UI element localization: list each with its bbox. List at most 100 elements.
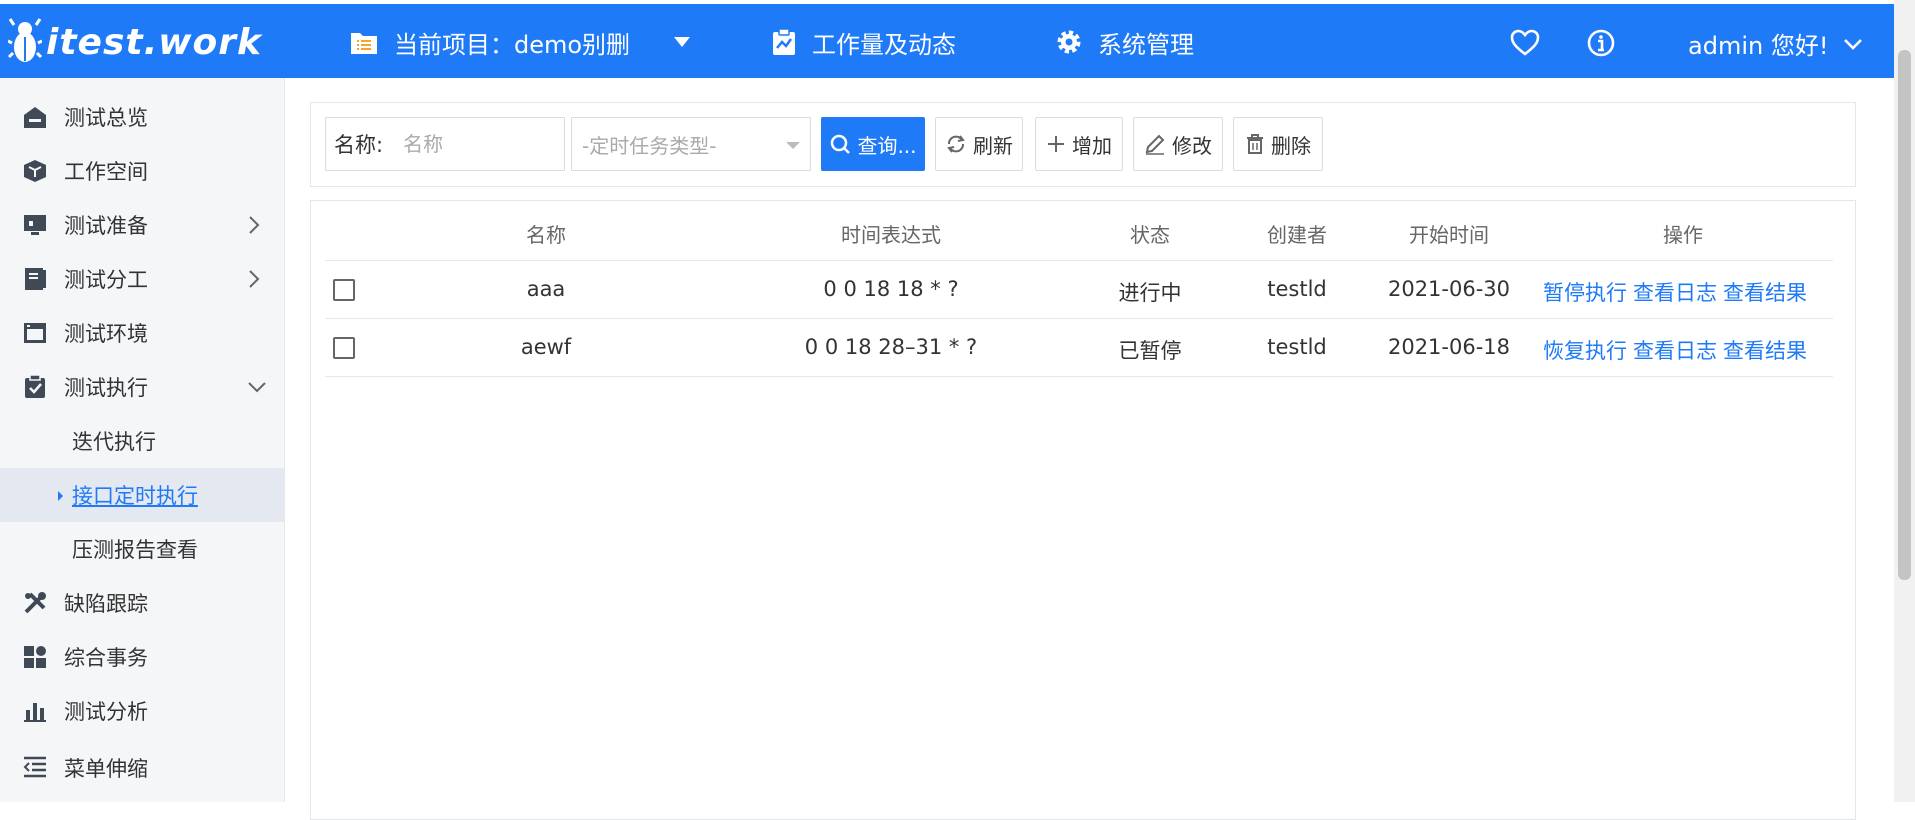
scrollbar-thumb[interactable]: [1898, 50, 1911, 580]
chevron-down-icon: [248, 382, 266, 393]
caret-down-icon: [674, 37, 691, 47]
refresh-button[interactable]: 刷新: [935, 117, 1023, 171]
column-header-cron: 时间表达式: [841, 223, 941, 247]
query-button[interactable]: 查询...: [821, 117, 925, 171]
search-icon: [831, 134, 851, 154]
workload-label: 工作量及动态: [812, 30, 956, 59]
name-search-input[interactable]: [403, 132, 544, 156]
chevron-down-icon: [1844, 38, 1863, 50]
sidebar-item-test-prep[interactable]: 测试准备: [0, 198, 284, 252]
book-icon: [25, 268, 46, 290]
trash-icon: [1247, 134, 1263, 154]
view-log-link[interactable]: 查看日志: [1633, 339, 1717, 363]
sidebar-item-overview[interactable]: 测试总览: [0, 90, 284, 144]
page-scrollbar[interactable]: [1894, 0, 1915, 802]
sidebar-item-test-exec[interactable]: 测试执行: [0, 360, 284, 414]
edit-pencil-icon: [1145, 134, 1165, 155]
view-log-link[interactable]: 查看日志: [1633, 281, 1717, 305]
task-name: aewf: [520, 335, 572, 359]
query-button-label: 查询...: [857, 133, 917, 158]
task-status: 进行中: [1118, 281, 1182, 305]
active-marker-icon: [58, 491, 63, 501]
task-creator: testld: [1267, 335, 1327, 359]
user-greeting: admin 您好!: [1688, 32, 1829, 60]
task-creator: testld: [1267, 277, 1327, 301]
window-icon: [24, 323, 46, 343]
sidebar-item-test-division[interactable]: 测试分工: [0, 252, 284, 306]
table-row[interactable]: aaa 0 0 18 18 * ? 进行中 testld 2021-06-30 …: [325, 261, 1833, 319]
user-menu[interactable]: admin 您好!: [1688, 26, 1863, 61]
sidebar-subitem-label: 压测报告查看: [72, 538, 198, 562]
column-header-status: 状态: [1130, 223, 1170, 247]
sidebar-item-label: 综合事务: [64, 646, 148, 670]
app-logo[interactable]: itest.work: [8, 16, 262, 68]
sidebar-item-label: 测试环境: [64, 322, 148, 346]
cube-icon: [24, 160, 46, 182]
menu-collapse-icon: [23, 756, 46, 778]
sidebar-item-test-analysis[interactable]: 测试分析: [0, 684, 284, 738]
view-result-link[interactable]: 查看结果: [1723, 339, 1807, 363]
current-project-selector[interactable]: 当前项目：demo别删: [350, 24, 706, 60]
home-icon: [24, 107, 46, 128]
sidebar-subitem-load-report[interactable]: 压测报告查看: [0, 522, 284, 576]
sidebar-item-defect-tracking[interactable]: 缺陷跟踪: [0, 576, 284, 630]
delete-button[interactable]: 删除: [1233, 117, 1323, 171]
logo-bug-icon: [8, 18, 42, 62]
refresh-icon: [947, 135, 965, 153]
sidebar-subitem-label: 迭代执行: [72, 430, 156, 454]
row-checkbox[interactable]: [333, 279, 355, 301]
column-header-name: 名称: [526, 223, 566, 247]
sidebar-item-test-env[interactable]: 测试环境: [0, 306, 284, 360]
info-icon[interactable]: [1586, 28, 1616, 58]
chevron-right-icon: [249, 270, 260, 288]
monitor-icon: [24, 215, 46, 235]
logo-text: itest.work: [46, 21, 262, 63]
table-row[interactable]: aewf 0 0 18 28–31 * ? 已暂停 testld 2021-06…: [325, 319, 1833, 377]
sidebar-collapse-toggle[interactable]: 菜单伸缩: [0, 734, 284, 802]
system-settings-menu[interactable]: 系统管理: [1056, 24, 1194, 60]
cron-expression: 0 0 18 18 * ?: [823, 277, 959, 301]
column-header-actions: 操作: [1663, 223, 1703, 247]
pause-exec-link[interactable]: 暂停执行: [1543, 281, 1627, 305]
sidebar: 测试总览 工作空间 测试准备 测试分工 测试环境 测试执行 迭代执行 接口定时执…: [0, 78, 285, 802]
sidebar-item-workspace[interactable]: 工作空间: [0, 144, 284, 198]
add-button[interactable]: 增加: [1035, 117, 1123, 171]
add-button-label: 增加: [1072, 133, 1112, 158]
task-type-select[interactable]: -定时任务类型-: [571, 117, 811, 171]
current-project-label: 当前项目：demo别删: [394, 30, 631, 59]
row-actions: 暂停执行 查看日志 查看结果: [1543, 277, 1813, 307]
task-name: aaa: [526, 277, 566, 301]
edit-button-label: 修改: [1172, 133, 1212, 158]
delete-button-label: 删除: [1271, 133, 1311, 158]
system-settings-label: 系统管理: [1098, 30, 1194, 59]
chevron-right-icon: [249, 216, 260, 234]
sidebar-item-label: 测试分工: [64, 268, 148, 292]
task-start-time: 2021-06-18: [1387, 335, 1511, 359]
select-arrow-icon: [786, 142, 800, 149]
view-result-link[interactable]: 查看结果: [1723, 281, 1807, 305]
row-actions: 恢复执行 查看日志 查看结果: [1543, 335, 1813, 365]
task-type-placeholder: -定时任务类型-: [582, 133, 717, 158]
task-table: 名称 时间表达式 状态 创建者 开始时间 操作 aaa 0 0 18 18 * …: [310, 200, 1856, 820]
resume-exec-link[interactable]: 恢复执行: [1543, 339, 1627, 363]
name-filter: 名称:: [325, 117, 565, 171]
sidebar-subitem-iteration-exec[interactable]: 迭代执行: [0, 414, 284, 468]
task-status: 已暂停: [1118, 339, 1182, 363]
refresh-button-label: 刷新: [973, 133, 1013, 158]
sidebar-item-general-affairs[interactable]: 综合事务: [0, 630, 284, 684]
sidebar-subitem-api-scheduled-exec[interactable]: 接口定时执行: [0, 468, 284, 522]
sidebar-collapse-label: 菜单伸缩: [64, 757, 148, 781]
workload-menu[interactable]: 工作量及动态: [772, 24, 956, 60]
column-header-creator: 创建者: [1267, 223, 1327, 247]
edit-button[interactable]: 修改: [1133, 117, 1223, 171]
sidebar-item-label: 测试总览: [64, 106, 148, 130]
search-toolbar: 名称: -定时任务类型- 查询... 刷新 增加 修改 删除: [310, 102, 1856, 187]
sidebar-item-label: 测试分析: [64, 700, 148, 724]
heart-icon[interactable]: [1510, 28, 1540, 58]
top-navbar: itest.work 当前项目：demo别删 工作量及动态 系统管理 admin…: [0, 4, 1894, 78]
plus-icon: [1048, 136, 1064, 152]
row-checkbox[interactable]: [333, 337, 355, 359]
name-filter-label: 名称:: [334, 133, 384, 157]
bar-chart-icon: [24, 703, 46, 722]
folder-list-icon: [351, 33, 377, 54]
